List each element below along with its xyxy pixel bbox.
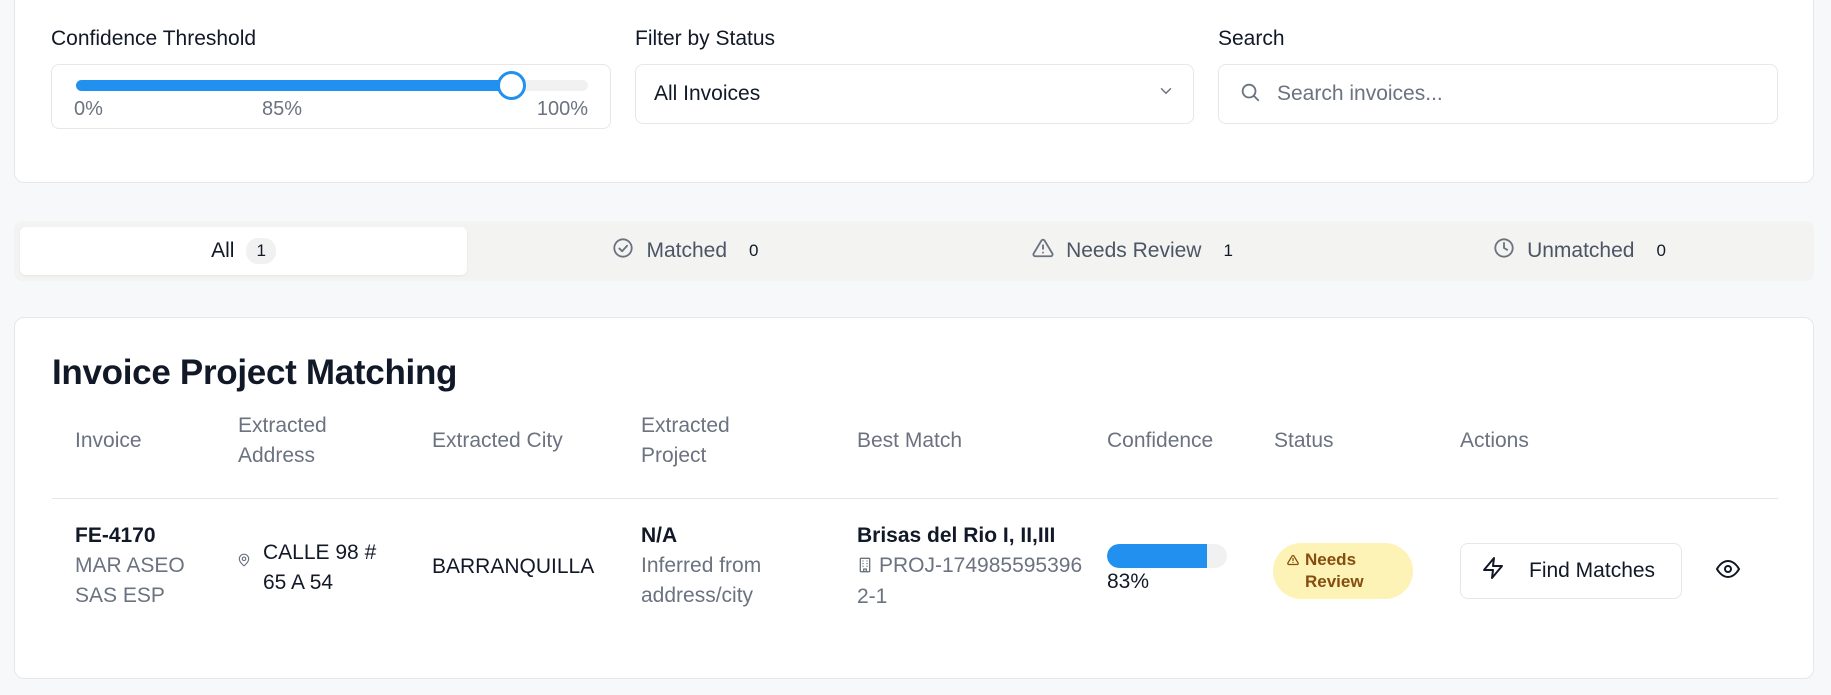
view-details-button[interactable] bbox=[1712, 555, 1744, 587]
confidence-slider-thumb[interactable] bbox=[497, 71, 527, 100]
confidence-slider-fill bbox=[76, 80, 512, 91]
column-header-status: Status bbox=[1274, 429, 1334, 452]
confidence-slider-box: 0% 85% 100% bbox=[51, 64, 611, 129]
status-badge-label: Needs Review bbox=[1305, 550, 1364, 591]
status-select-value: All Invoices bbox=[654, 82, 761, 105]
alert-triangle-icon bbox=[1287, 550, 1299, 572]
column-header-invoice: Invoice bbox=[75, 429, 142, 452]
check-circle-icon bbox=[612, 237, 634, 265]
find-matches-button[interactable]: Find Matches bbox=[1460, 543, 1682, 599]
chevron-down-icon bbox=[1157, 82, 1175, 106]
clock-icon bbox=[1493, 237, 1515, 265]
header-divider bbox=[52, 498, 1778, 499]
extracted-address: CALLE 98 # 65 A 54 bbox=[263, 541, 377, 594]
search-input[interactable] bbox=[1277, 82, 1737, 106]
status-badge: Needs Review bbox=[1273, 543, 1413, 599]
search-icon bbox=[1239, 81, 1261, 108]
filters-panel: Confidence Threshold 0% 85% 100% Filter … bbox=[14, 0, 1814, 183]
confidence-bar-fill bbox=[1107, 544, 1207, 568]
column-header-extracted-project: Extracted Project bbox=[641, 414, 730, 467]
tab-unmatched-count: 0 bbox=[1656, 241, 1666, 260]
filter-status-label: Filter by Status bbox=[635, 27, 776, 50]
column-header-confidence: Confidence bbox=[1107, 429, 1214, 452]
column-header-extracted-address: Extracted Address bbox=[238, 414, 327, 467]
confidence-bar bbox=[1107, 544, 1227, 568]
tab-unmatched[interactable]: Unmatched 0 bbox=[1361, 227, 1808, 275]
tab-all-count: 1 bbox=[246, 238, 276, 264]
tab-needs-review-count: 1 bbox=[1223, 241, 1233, 260]
building-icon bbox=[857, 552, 873, 582]
search-field bbox=[1218, 64, 1778, 124]
tab-matched[interactable]: Matched 0 bbox=[467, 227, 914, 275]
eye-icon bbox=[1716, 557, 1740, 586]
slider-tick-value: 85% bbox=[262, 98, 303, 120]
extracted-project: N/A bbox=[641, 524, 678, 547]
address-cell: CALLE 98 # 65 A 54 bbox=[237, 538, 393, 598]
tab-all-label: All bbox=[211, 239, 235, 262]
column-header-best-match: Best Match bbox=[857, 429, 963, 452]
search-label: Search bbox=[1218, 27, 1285, 50]
status-select[interactable]: All Invoices bbox=[635, 64, 1194, 124]
best-match-code-wrap: PROJ-1749855953962-1 bbox=[857, 551, 1087, 612]
page-title: Invoice Project Matching bbox=[52, 353, 458, 392]
invoice-cell: FE-4170 MAR ASEO SAS ESP bbox=[75, 521, 215, 611]
status-tabs: All 1 Matched 0 Needs Review 1 Unmatched… bbox=[14, 221, 1814, 281]
confidence-value: 83% bbox=[1107, 570, 1150, 593]
best-match-cell: Brisas del Rio I, II,III PROJ-1749855953… bbox=[857, 521, 1087, 612]
project-cell: N/A Inferred from address/city bbox=[641, 521, 831, 611]
invoice-table-card: Invoice Project Matching Invoice Extract… bbox=[14, 317, 1814, 679]
zap-icon bbox=[1481, 556, 1505, 586]
map-pin-icon bbox=[237, 546, 251, 576]
tab-unmatched-label: Unmatched bbox=[1527, 239, 1635, 262]
tab-matched-count: 0 bbox=[749, 241, 759, 260]
confidence-slider-track[interactable] bbox=[76, 71, 588, 100]
tab-needs-review-label: Needs Review bbox=[1066, 239, 1202, 262]
best-match-code: PROJ-1749855953962-1 bbox=[857, 554, 1083, 608]
invoice-vendor: MAR ASEO SAS ESP bbox=[75, 554, 185, 607]
tab-matched-label: Matched bbox=[646, 239, 728, 262]
extracted-city: BARRANQUILLA bbox=[432, 555, 595, 578]
slider-tick-max: 100% bbox=[536, 98, 588, 120]
tab-all[interactable]: All 1 bbox=[20, 227, 467, 275]
column-header-extracted-city: Extracted City bbox=[432, 429, 563, 452]
alert-triangle-icon bbox=[1032, 237, 1054, 265]
slider-tick-min: 0% bbox=[74, 98, 103, 120]
confidence-threshold-label: Confidence Threshold bbox=[51, 27, 257, 50]
invoice-id: FE-4170 bbox=[75, 524, 156, 547]
best-match-name: Brisas del Rio I, II,III bbox=[857, 524, 1056, 547]
column-header-actions: Actions bbox=[1460, 429, 1529, 452]
find-matches-label: Find Matches bbox=[1529, 559, 1656, 582]
tab-needs-review[interactable]: Needs Review 1 bbox=[914, 227, 1361, 275]
project-note: Inferred from address/city bbox=[641, 554, 762, 607]
